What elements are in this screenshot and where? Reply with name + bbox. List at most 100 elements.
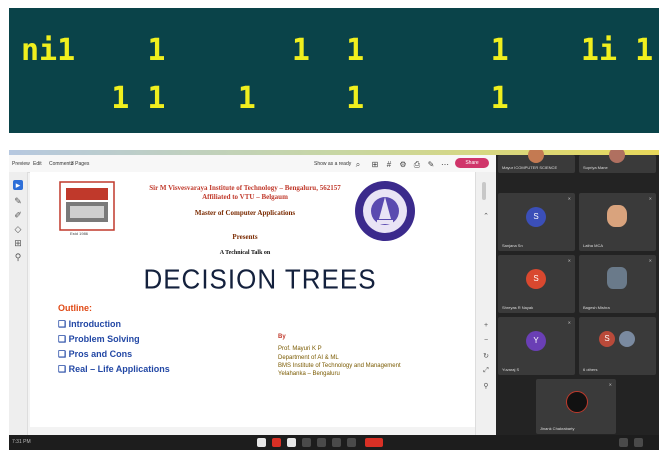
presentation-slide: Estd 1986 Sir M Visvesvaraya Institute o… [30,172,475,427]
hash-icon[interactable]: # [385,161,393,169]
participant-tile[interactable]: ✕ Latha MCA [579,193,656,251]
more-options-icon[interactable] [347,438,356,447]
zoom-out-icon[interactable]: − [481,337,491,344]
zoom-in-icon[interactable]: + [481,322,491,329]
shared-screen-viewer: Preview Edit Comments 3 Pages Show as a … [9,155,497,435]
college-logo-left [59,181,115,231]
mic-icon[interactable] [257,438,266,447]
end-call-button[interactable] [365,438,383,447]
meeting-screenshot: Preview Edit Comments 3 Pages Show as a … [9,150,659,450]
avatar: S [526,207,546,227]
mic-off-icon: ✕ [567,196,571,201]
zoom-text[interactable]: Show as a ready [314,161,351,167]
presenter-institute: BMS Institute of Technology and Manageme… [278,363,401,369]
caption-banner: ni1 1 1 1 1 1i 1 1 1 1 1 1 [9,8,659,133]
present-icon[interactable] [317,438,326,447]
institute-name: Sir M Visvesvaraya Institute of Technolo… [130,184,360,202]
participant-tile[interactable]: ✕ Y Yuvaraj S [498,317,575,375]
institute-seal-right [355,181,415,241]
avatar [607,267,627,289]
participant-tile[interactable]: S 6 others [579,317,656,375]
print-icon[interactable]: ⎙ [413,161,421,169]
captions-icon[interactable] [287,438,296,447]
toolbar-item-edit[interactable]: Edit [33,161,42,167]
toolbar-item-pages[interactable]: 3 Pages [71,161,89,167]
people-icon[interactable] [619,438,628,447]
clock: 7:31 PM [12,439,31,445]
participant-tile[interactable]: ✕ S Shreyas R Nayak [498,255,575,313]
participant-name: Latha MCA [583,243,604,248]
page-up-icon[interactable]: ⌃ [481,212,491,220]
chat-icon[interactable] [634,438,643,447]
select-tool-icon[interactable]: ▸ [13,180,23,190]
participant-tile[interactable]: ✕ Bagesh Mishra [579,255,656,313]
outline-item: ❑ Real – Life Applications [58,364,170,374]
avatar [609,150,625,163]
shape-icon[interactable]: ◇ [13,224,23,234]
participant-name: Shreyas R Nayak [502,305,534,310]
viewer-toolbar: Preview Edit Comments 3 Pages Show as a … [9,155,496,173]
raise-hand-icon[interactable] [332,438,341,447]
talk-label: A Technical Talk on [219,250,271,256]
banner-line-2: 1 1 1 1 1 [21,81,509,116]
avatar [619,331,635,347]
outline-item: ❑ Pros and Cons [58,349,133,359]
share-button[interactable]: Share [455,158,489,168]
grid-icon[interactable]: ⊞ [371,161,379,169]
participant-name: Supriya Mane [583,165,608,170]
participant-name: 6 others [583,367,598,372]
toolbar-item-comments[interactable]: Comments [49,161,73,167]
meeting-controls-bar: 7:31 PM [9,435,659,450]
textbox-icon[interactable]: ⊞ [13,238,23,248]
presenter-department: Department of AI & ML [278,355,339,361]
participant-name: Yuvaraj S [502,367,520,372]
left-toolbar: ▸ ✎ ✐ ◇ ⊞ ⚲ [9,172,28,435]
estd-label: Estd 1986 [70,231,89,236]
avatar: S [526,269,546,289]
mic-off-icon: ✕ [648,258,652,263]
participant-name: Sanjana Sn [502,243,523,248]
avatar: Y [526,331,546,351]
presents-label: Presents [232,233,258,241]
settings-icon[interactable]: ⚙ [399,161,407,169]
slide-title: DECISION TREES [143,263,377,295]
department-name: Master of Computer Applications [194,209,296,217]
right-toolbar: ⌃ + − ↻ ⤢ ⚲ [475,172,497,435]
more-icon[interactable]: ⋯ [441,161,449,169]
mic-off-icon: ✕ [648,196,652,201]
by-label: By [278,334,286,340]
search-icon[interactable]: ⚲ [481,382,491,390]
institute-line-2: Affiliated to VTU – Belgaum [202,193,288,201]
outline-item: ❑ Problem Solving [58,334,140,344]
camera-off-icon[interactable] [272,438,281,447]
avatar [528,150,544,163]
rotate-icon[interactable]: ↻ [481,352,491,360]
presenter-location: Yelahanka – Bengaluru [278,371,340,377]
participant-tile[interactable]: Supriya Mane [579,150,656,173]
participant-tile[interactable]: ✕ Jinank Chakrabarty [536,379,616,434]
participant-name: Bagesh Mishra [583,305,610,310]
avatar: S [599,331,615,347]
draw-icon[interactable]: ✐ [13,210,23,220]
scrollbar[interactable] [482,182,486,200]
reactions-icon[interactable] [302,438,311,447]
outline-item: ❑ Introduction [58,319,122,329]
presenter-name: Prof. Mayuri K P [278,346,322,352]
participant-name: Mayur ICOMPUTER SCIENCE [502,165,558,170]
outline-heading: Outline: [58,303,92,313]
participant-tile[interactable]: Mayur ICOMPUTER SCIENCE [498,150,575,173]
pen-icon[interactable]: ✎ [427,161,435,169]
avatar [566,391,588,413]
institute-line-1: Sir M Visvesvaraya Institute of Technolo… [149,184,341,192]
mic-off-icon: ✕ [567,258,571,263]
toolbar-item-preview[interactable]: Preview [12,161,30,167]
participant-name: Jinank Chakrabarty [540,426,575,431]
fit-page-icon[interactable]: ⤢ [481,367,491,375]
zoom-icon[interactable]: ⚲ [13,252,23,262]
highlight-icon[interactable]: ✎ [13,196,23,206]
avatar [607,205,627,227]
participant-tile[interactable]: ✕ S Sanjana Sn [498,193,575,251]
banner-line-1: ni1 1 1 1 1 1i 1 [21,33,654,68]
participant-gallery: Mayur ICOMPUTER SCIENCE Supriya Mane ✕ S… [496,150,659,435]
search-icon[interactable]: ⌕ [354,161,362,169]
